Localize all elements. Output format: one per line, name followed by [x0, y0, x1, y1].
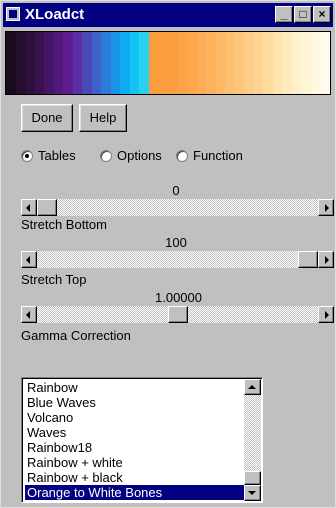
scroll-left-button[interactable]: [21, 199, 37, 216]
stretch-top-label: Stretch Top: [21, 272, 87, 287]
color-swatch: [101, 32, 111, 94]
scroll-right-button[interactable]: [318, 251, 334, 268]
color-swatch: [129, 32, 140, 94]
list-scrollbar[interactable]: [244, 379, 261, 501]
arrow-down-icon: [248, 491, 256, 495]
color-swatch: [225, 32, 235, 94]
gamma-slider[interactable]: [21, 306, 334, 323]
arrow-left-icon: [26, 256, 30, 264]
gamma-value: 1.00000: [155, 290, 202, 305]
color-table-list[interactable]: Orange to White Bones Rainbow + black Rain…: [21, 377, 263, 503]
color-swatch: [168, 32, 178, 94]
color-swatch: [263, 32, 273, 94]
scroll-right-button[interactable]: [318, 199, 334, 216]
list-item[interactable]: Orange to White Bones: [25, 485, 247, 500]
scroll-right-button[interactable]: [318, 306, 334, 323]
window-title: XLoadct: [25, 6, 85, 23]
arrow-up-icon: [248, 385, 256, 389]
radio-options-label: Options: [117, 148, 162, 163]
radio-options[interactable]: Options: [100, 148, 162, 163]
list-item[interactable]: Volcano: [25, 410, 247, 425]
color-swatch: [206, 32, 216, 94]
color-swatch: [244, 32, 254, 94]
color-swatch: [148, 32, 159, 94]
app-icon[interactable]: [6, 7, 20, 21]
help-button[interactable]: Help: [79, 104, 127, 132]
color-swatch: [91, 32, 102, 94]
color-swatch: [320, 32, 331, 94]
color-swatch: [215, 32, 226, 94]
color-swatch: [234, 32, 245, 94]
arrow-left-icon: [26, 311, 30, 319]
stretch-bottom-label: Stretch Bottom: [21, 217, 107, 232]
stretch-bottom-value: 0: [172, 183, 180, 198]
done-button[interactable]: Done: [21, 104, 73, 132]
minimize-button[interactable]: _: [275, 6, 293, 23]
slider-thumb[interactable]: [168, 306, 188, 323]
color-swatch: [63, 32, 73, 94]
color-swatch: [311, 32, 321, 94]
color-swatch: [120, 32, 130, 94]
arrow-left-icon: [26, 204, 30, 212]
color-swatch: [196, 32, 207, 94]
color-swatch: [282, 32, 292, 94]
radio-button-icon[interactable]: [176, 149, 188, 162]
radio-button-icon[interactable]: [21, 149, 33, 162]
color-swatch: [15, 32, 26, 94]
list-item[interactable]: Rainbow18: [25, 440, 247, 455]
scroll-left-button[interactable]: [21, 251, 37, 268]
list-item[interactable]: Rainbow + white: [25, 455, 247, 470]
list-item[interactable]: Rainbow + black: [25, 470, 247, 485]
arrow-right-icon: [325, 256, 329, 264]
radio-function[interactable]: Function: [176, 148, 243, 163]
color-swatch: [6, 32, 16, 94]
color-swatch: [291, 32, 302, 94]
radio-tables-label: Tables: [38, 148, 76, 163]
color-swatch: [139, 32, 149, 94]
radio-tables[interactable]: Tables: [21, 148, 76, 163]
color-swatch: [158, 32, 169, 94]
close-button[interactable]: ×: [313, 6, 331, 23]
scroll-left-button[interactable]: [21, 306, 37, 323]
stretch-bottom-slider[interactable]: [21, 199, 334, 216]
color-swatch: [272, 32, 283, 94]
maximize-button[interactable]: □: [294, 6, 312, 23]
list-item[interactable]: Blue Waves: [25, 395, 247, 410]
title-bar[interactable]: XLoadct _ □ ×: [3, 3, 333, 27]
list-item[interactable]: Waves: [25, 425, 247, 440]
radio-function-label: Function: [193, 148, 243, 163]
color-table-preview: [5, 31, 331, 95]
color-swatch: [187, 32, 197, 94]
stretch-top-slider[interactable]: [21, 251, 334, 268]
xloadct-window: XLoadct _ □ × Done Help Tables Options F…: [0, 0, 336, 508]
color-swatch: [44, 32, 54, 94]
arrow-right-icon: [325, 311, 329, 319]
gamma-label: Gamma Correction: [21, 328, 131, 343]
stretch-top-value: 100: [165, 235, 187, 250]
color-swatch: [82, 32, 92, 94]
color-swatch: [72, 32, 83, 94]
list-item[interactable]: Rainbow: [25, 380, 247, 395]
arrow-right-icon: [325, 204, 329, 212]
color-swatch: [253, 32, 264, 94]
color-swatch: [53, 32, 64, 94]
list-scroll-thumb[interactable]: [244, 471, 261, 485]
radio-button-icon[interactable]: [100, 149, 112, 162]
color-swatch: [25, 32, 35, 94]
color-swatch: [301, 32, 311, 94]
scroll-down-button[interactable]: [244, 485, 261, 501]
color-swatch: [177, 32, 188, 94]
color-swatch: [34, 32, 45, 94]
slider-thumb[interactable]: [37, 199, 57, 216]
color-swatch: [110, 32, 121, 94]
slider-thumb[interactable]: [298, 251, 318, 268]
scroll-up-button[interactable]: [244, 379, 261, 395]
